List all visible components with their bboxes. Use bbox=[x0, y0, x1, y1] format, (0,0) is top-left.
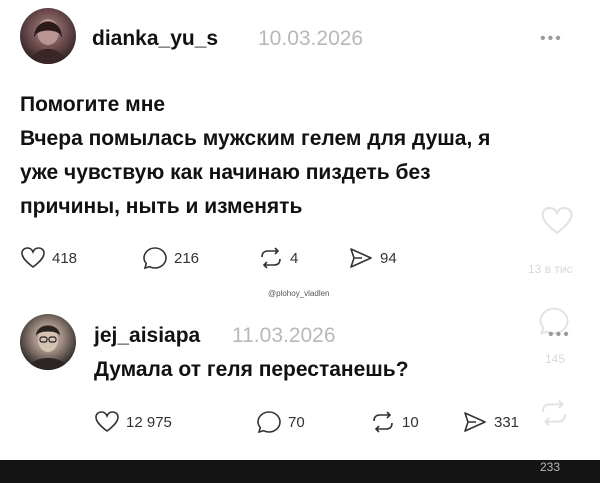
share-count: 94 bbox=[380, 249, 397, 267]
post-text-line: Вчера помылась мужским гелем для душа, я bbox=[20, 127, 491, 150]
share-button[interactable]: 94 bbox=[348, 246, 397, 270]
like-count: 12 975 bbox=[126, 413, 172, 431]
username[interactable]: jej_aisiapa bbox=[94, 324, 200, 348]
like-button[interactable]: 418 bbox=[20, 246, 77, 270]
ghost-heart-icon bbox=[541, 206, 573, 235]
heart-icon bbox=[21, 247, 45, 269]
repost-count: 4 bbox=[290, 249, 299, 267]
reply-text: Думала от геля перестанешь? bbox=[94, 358, 409, 381]
repost-icon bbox=[373, 411, 393, 433]
avatar-portrait bbox=[28, 325, 68, 370]
post-card: dianka_yu_s 10.03.2026 ••• Помогите мне … bbox=[0, 0, 600, 290]
like-button[interactable]: 12 975 bbox=[94, 410, 172, 434]
ghost-count: 233 bbox=[540, 460, 561, 474]
share-count: 331 bbox=[494, 413, 520, 431]
repost-count: 10 bbox=[402, 413, 419, 431]
username[interactable]: dianka_yu_s bbox=[92, 27, 218, 51]
avatar[interactable] bbox=[20, 314, 76, 370]
watermark: @plohoy_vladlen bbox=[268, 289, 330, 298]
comment-count: 216 bbox=[174, 249, 200, 267]
heart-icon bbox=[95, 411, 119, 433]
repost-icon bbox=[261, 247, 281, 269]
bottom-bar: 233 bbox=[0, 460, 600, 483]
post-text: Помогите мне Вчера помылась мужским геле… bbox=[20, 88, 490, 224]
repost-button[interactable]: 4 bbox=[258, 246, 298, 270]
comment-button[interactable]: 216 bbox=[142, 246, 199, 270]
comment-icon bbox=[143, 247, 167, 270]
comment-button[interactable]: 70 bbox=[256, 410, 305, 434]
send-icon bbox=[464, 412, 486, 432]
post-text-line: Помогите мне bbox=[20, 93, 166, 116]
more-options-icon[interactable]: ••• bbox=[540, 30, 563, 48]
ghost-timestamp: 13 в тис bbox=[528, 262, 573, 276]
avatar-portrait bbox=[30, 19, 66, 64]
comment-icon bbox=[257, 411, 281, 434]
post-date: 11.03.2026 bbox=[232, 324, 336, 347]
more-options-icon[interactable]: ••• bbox=[548, 326, 571, 344]
avatar[interactable] bbox=[20, 8, 76, 64]
post-text-line: причины, ныть и изменять bbox=[20, 195, 303, 218]
like-count: 418 bbox=[52, 249, 78, 267]
share-button[interactable]: 331 bbox=[462, 410, 519, 434]
send-icon bbox=[350, 248, 372, 268]
repost-button[interactable]: 10 bbox=[370, 410, 419, 434]
post-text-line: уже чувствую как начинаю пиздеть без bbox=[20, 161, 431, 184]
post-date: 10.03.2026 bbox=[258, 27, 364, 50]
comment-count: 70 bbox=[288, 413, 305, 431]
